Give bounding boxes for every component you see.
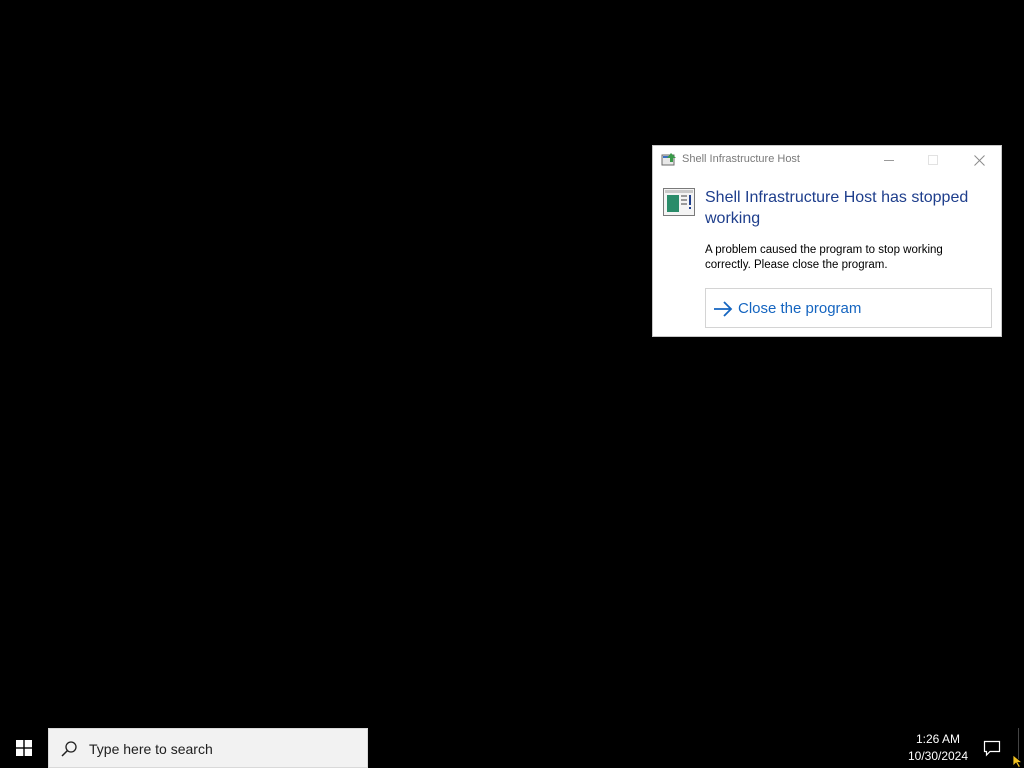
maximize-button — [911, 146, 955, 174]
search-icon — [60, 740, 78, 758]
close-icon — [973, 154, 985, 166]
taskbar-search-box[interactable]: Type here to search — [48, 728, 368, 768]
program-window-icon — [663, 188, 695, 216]
clock-date: 10/30/2024 — [907, 749, 969, 763]
search-placeholder: Type here to search — [89, 741, 213, 757]
desktop-background — [0, 0, 1024, 728]
dialog-message: A problem caused the program to stop wor… — [705, 244, 943, 271]
mouse-cursor-icon — [1012, 754, 1024, 768]
close-button[interactable] — [957, 146, 1001, 174]
maximize-icon — [928, 155, 938, 165]
dialog-titlebar[interactable]: Shell Infrastructure Host — [653, 146, 1001, 174]
action-center-button[interactable] — [978, 728, 1006, 768]
close-the-program-label: Close the program — [738, 300, 862, 317]
dialog-title: Shell Infrastructure Host — [682, 153, 800, 165]
taskbar-clock[interactable]: 1:26 AM 10/30/2024 — [900, 731, 976, 765]
minimize-icon — [884, 160, 894, 161]
app-window-icon — [661, 152, 677, 168]
error-dialog: Shell Infrastructure Host Shell Infrastr… — [652, 145, 1002, 337]
minimize-button[interactable] — [867, 146, 911, 174]
dialog-heading: Shell Infrastructure Host has stopped wo… — [705, 189, 969, 227]
start-button[interactable] — [0, 728, 48, 768]
close-the-program-button[interactable]: Close the program — [705, 288, 992, 328]
windows-logo-icon — [16, 740, 32, 756]
action-center-icon — [983, 740, 1001, 757]
arrow-right-icon — [712, 300, 734, 318]
taskbar: Type here to search 1:26 AM 10/30/2024 — [0, 728, 1024, 768]
clock-time: 1:26 AM — [915, 732, 961, 746]
